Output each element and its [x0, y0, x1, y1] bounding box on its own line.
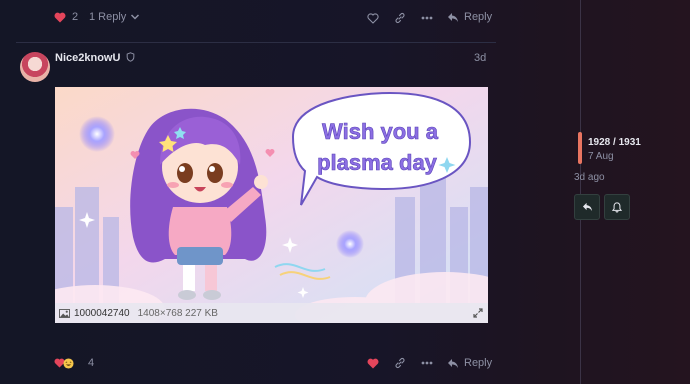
bell-icon: [612, 201, 622, 212]
top-like-outline-button[interactable]: [363, 8, 383, 28]
reply-icon: [582, 202, 592, 212]
top-copy-link-button[interactable]: [390, 8, 410, 28]
timeline-date: 7 Aug: [588, 151, 614, 162]
post-image[interactable]: Wish you a plasma day 1000042740 1408×76…: [55, 87, 488, 323]
image-meta: 1408×768 227 KB: [137, 307, 218, 319]
ellipsis-icon: [421, 361, 433, 365]
top-more-button[interactable]: [417, 8, 437, 28]
heart-icon: [54, 12, 66, 22]
shield-icon: [127, 52, 135, 62]
reply-icon: [448, 358, 458, 368]
link-icon: [395, 12, 405, 24]
anime-girl-illustration: Wish you a plasma day: [55, 87, 488, 323]
link-icon: [395, 357, 405, 369]
laughing-emoji-icon: [63, 357, 74, 369]
speech-bubble-line2: plasma day: [317, 150, 438, 175]
username[interactable]: Nice2knowU: [55, 52, 135, 64]
heart-icon: [367, 358, 379, 368]
speech-bubble-line1: Wish you a: [322, 119, 439, 144]
image-filename: 1000042740: [74, 307, 130, 319]
chevron-down-icon: [131, 14, 140, 20]
post-date[interactable]: 3d: [474, 52, 486, 64]
avatar[interactable]: [20, 52, 50, 82]
timeline-position: 1928 / 1931: [588, 137, 641, 148]
timeline-notification-button[interactable]: [604, 194, 630, 220]
post-divider: [16, 42, 496, 43]
timeline-handle[interactable]: [578, 132, 582, 164]
like-count: 2: [72, 11, 79, 23]
image-caption-bar: 1000042740 1408×768 227 KB: [55, 303, 488, 323]
timeline-last-activity[interactable]: 3d ago: [574, 172, 605, 183]
ellipsis-icon: [421, 16, 433, 20]
reply-icon: [448, 12, 458, 22]
timeline-track[interactable]: [580, 0, 581, 384]
reply-label: Reply: [464, 11, 493, 23]
more-button[interactable]: [417, 353, 437, 373]
top-reply-button[interactable]: Reply: [447, 11, 492, 23]
reactions-summary[interactable]: 4: [54, 357, 94, 369]
image-icon: [59, 308, 70, 318]
expand-icon[interactable]: [473, 308, 483, 318]
replies-toggle[interactable]: 1 Reply: [89, 11, 140, 23]
reply-button[interactable]: Reply: [447, 357, 492, 369]
top-like-button[interactable]: 2: [54, 11, 78, 23]
like-button[interactable]: [363, 353, 383, 373]
replies-label: 1 Reply: [89, 11, 127, 23]
timeline-reply-button[interactable]: [574, 194, 600, 220]
reaction-count: 4: [88, 357, 95, 369]
copy-link-button[interactable]: [390, 353, 410, 373]
reply-label: Reply: [464, 357, 493, 369]
heart-outline-icon: [367, 12, 379, 24]
